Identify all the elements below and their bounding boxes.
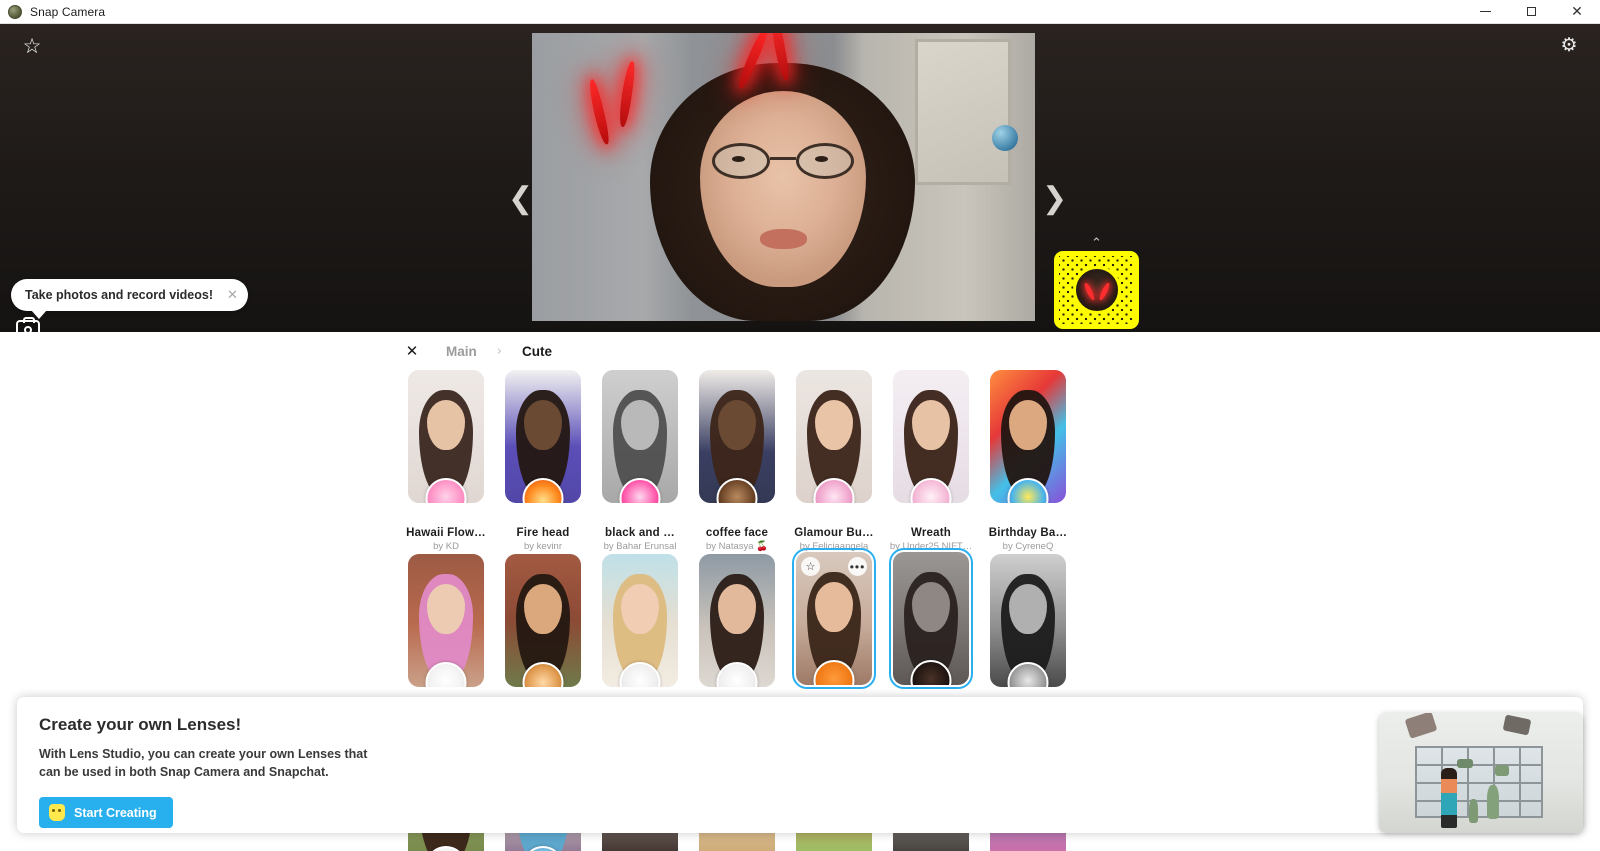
minimize-button[interactable] — [1462, 0, 1508, 24]
lens-thumbnail[interactable] — [505, 554, 581, 687]
lens-thumbnail[interactable] — [699, 554, 775, 687]
snap-camera-logo-icon — [8, 4, 22, 19]
capture-tooltip-text: Take photos and record videos! — [25, 288, 214, 302]
lens-meta: Fire head by kevinr — [495, 527, 591, 552]
lens-name: Fire head — [516, 527, 570, 539]
lens-meta: Hawaii Flow… by KD — [398, 527, 494, 552]
chevron-right-icon: › — [496, 343, 502, 359]
ghost-icon — [49, 804, 65, 822]
pip-window — [1415, 746, 1543, 818]
lens-thumbnail[interactable] — [602, 370, 678, 503]
lens-tile-frame[interactable] — [404, 552, 488, 689]
lens-thumbnail[interactable] — [990, 554, 1066, 687]
lens-name: Birthday Ba… — [988, 527, 1068, 539]
lens-card[interactable]: Fire head by kevinr — [495, 368, 591, 552]
maximize-button[interactable] — [1508, 0, 1554, 24]
lens-thumbnail[interactable] — [408, 554, 484, 687]
background-window-pane — [915, 39, 1011, 185]
lens-meta: coffee face by Natasya 🍒 — [689, 527, 785, 552]
previous-lens-arrow-icon[interactable]: ❮ — [508, 184, 533, 214]
maximize-icon — [1526, 7, 1536, 16]
lens-author: by Natasya 🍒 — [706, 541, 768, 552]
pip-plant — [1469, 799, 1478, 823]
lens-thumbnail[interactable] — [893, 370, 969, 503]
snapcode-lens-thumbnail — [1072, 266, 1121, 314]
next-lens-arrow-icon[interactable]: ❯ — [1042, 184, 1067, 214]
lens-thumbnail[interactable] — [602, 554, 678, 687]
lens-tile-frame[interactable] — [501, 552, 585, 689]
lens-tile-frame[interactable] — [986, 552, 1070, 689]
lens-tile-frame[interactable] — [792, 368, 876, 505]
lens-thumbnail[interactable]: ☆ ••• — [796, 552, 872, 685]
lens-tile-frame[interactable] — [598, 552, 682, 689]
start-creating-label: Start Creating — [74, 805, 157, 820]
breadcrumb: ✕ Main › Cute — [0, 332, 1600, 368]
lens-favorite-star-icon[interactable]: ☆ — [801, 557, 820, 576]
pip-person — [1441, 768, 1457, 828]
start-creating-button[interactable]: Start Creating — [39, 797, 173, 829]
snapcode-panel[interactable]: ⌃ — [1054, 235, 1139, 329]
banner-body: With Lens Studio, you can create your ow… — [39, 747, 368, 780]
lens-card[interactable]: Glamour Bu… by Feliciaangela — [786, 368, 882, 552]
lens-tile-frame[interactable] — [889, 548, 973, 689]
lens-meta: Birthday Ba… by CyreneQ — [980, 527, 1076, 552]
lens-more-options-icon[interactable]: ••• — [848, 557, 867, 576]
subject-eye-right — [815, 156, 828, 162]
lens-card[interactable]: coffee face by Natasya 🍒 — [689, 368, 785, 552]
lens-name: Hawaii Flow… — [406, 527, 486, 539]
lens-card[interactable]: Hawaii Flow… by KD — [398, 368, 494, 552]
create-lenses-banner: Create your own Lenses! With Lens Studio… — [17, 697, 1583, 833]
lens-thumbnail[interactable] — [699, 370, 775, 503]
pip-close-icon[interactable]: ✕ — [1567, 0, 1578, 713]
favorites-star-icon[interactable]: ☆ — [18, 32, 46, 60]
lens-thumbnail[interactable] — [796, 370, 872, 503]
lens-thumbnail[interactable] — [408, 370, 484, 503]
lens-author: by kevinr — [523, 541, 562, 552]
lens-tile-frame[interactable] — [501, 368, 585, 505]
lens-name: coffee face — [705, 527, 769, 539]
promo-video-preview[interactable] — [1379, 713, 1583, 833]
capture-camera-icon[interactable] — [16, 317, 40, 332]
lens-tile-frame[interactable] — [986, 368, 1070, 505]
background-object — [992, 125, 1018, 151]
window-title: Snap Camera — [30, 4, 106, 19]
lens-name: Wreath — [911, 527, 951, 539]
lens-card[interactable]: Wreath by Under25 NIFT… — [883, 368, 979, 552]
window-titlebar: Snap Camera ✕ — [0, 0, 1600, 24]
snapcode-caret-icon: ⌃ — [1091, 235, 1102, 250]
subject-mouth — [760, 229, 807, 249]
lens-name: black and … — [605, 527, 675, 539]
lens-card[interactable]: Birthday Ba… by CyreneQ — [980, 368, 1076, 552]
breadcrumb-close-button[interactable]: ✕ — [398, 337, 426, 365]
banner-heading: Create your own Lenses! — [39, 715, 242, 734]
breadcrumb-item-main[interactable]: Main — [438, 344, 485, 359]
snapcode-image[interactable] — [1054, 251, 1139, 329]
pip-plant — [1487, 785, 1499, 819]
lens-thumbnail[interactable] — [505, 370, 581, 503]
minimize-icon — [1479, 11, 1491, 12]
camera-preview — [532, 33, 1035, 321]
lens-tile-frame[interactable] — [695, 368, 779, 505]
capture-tooltip-close-icon[interactable]: ✕ — [227, 287, 238, 303]
subject-face — [700, 91, 866, 287]
lens-tile-frame[interactable] — [889, 368, 973, 505]
capture-tooltip: Take photos and record videos! ✕ — [11, 279, 248, 319]
lens-card[interactable]: black and … by Bahar Erunsal — [592, 368, 688, 552]
subject-eye-left — [732, 156, 745, 162]
lens-tile-frame[interactable] — [598, 368, 682, 505]
pip-scene — [1379, 713, 1583, 833]
lens-meta: black and … by Bahar Erunsal — [592, 527, 688, 552]
lens-tile-frame[interactable] — [695, 552, 779, 689]
breadcrumb-item-cute: Cute — [521, 343, 552, 359]
lens-tile-frame[interactable] — [404, 368, 488, 505]
camera-stage: ☆ ⚙ ❮ ❯ ⌃ Take photos and record videos!… — [0, 24, 1600, 332]
lens-name: Glamour Bu… — [794, 527, 874, 539]
lens-tile-frame[interactable]: ☆ ••• — [792, 548, 876, 689]
window-controls: ✕ — [1462, 0, 1600, 24]
lens-author: by CyreneQ — [1002, 541, 1054, 552]
lens-thumbnail[interactable] — [893, 552, 969, 685]
lens-author: by KD — [433, 541, 459, 552]
lens-author: by Bahar Erunsal — [603, 541, 677, 552]
lens-thumbnail[interactable] — [990, 370, 1066, 503]
